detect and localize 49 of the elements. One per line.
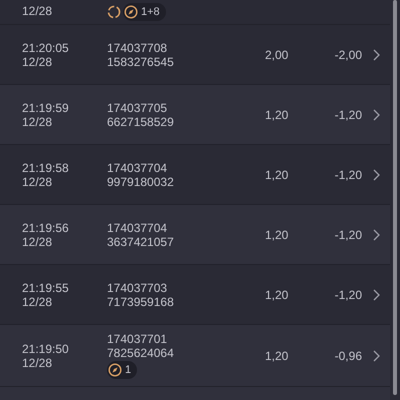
time-text: 21:19:50	[22, 342, 70, 356]
ticket-number: 6627158529	[107, 114, 175, 128]
ticket-number: 7825624064	[107, 346, 175, 360]
date-text: 12/28	[22, 294, 54, 308]
order-id: 174037701	[107, 332, 168, 346]
ticket-number: 3637421057	[107, 234, 175, 248]
amount-text: 1,20	[265, 348, 288, 362]
chevron-right-icon[interactable]	[372, 48, 380, 60]
date-text: 12/28	[22, 174, 54, 188]
order-id: 174037708	[107, 40, 168, 54]
date-text: 12/28	[22, 234, 54, 248]
compass-icon	[124, 5, 138, 19]
order-id: 174037704	[107, 220, 168, 234]
chevron-right-icon[interactable]	[372, 350, 380, 362]
chevron-right-icon[interactable]	[372, 288, 380, 300]
date-text: 12/28	[22, 4, 52, 18]
time-text: 21:19:56	[22, 220, 70, 234]
ticket-number: 1583276545	[107, 54, 175, 68]
result-text: -1,20	[334, 228, 362, 242]
order-id: 174037704	[107, 160, 168, 174]
result-text: -2,00	[334, 48, 362, 62]
ticket-number: 9979180032	[107, 174, 175, 188]
time-text: 21:19:55	[22, 280, 70, 294]
date-text: 12/28	[22, 356, 54, 370]
boost-badge: 1	[107, 360, 138, 378]
amount-text: 1,20	[265, 168, 288, 182]
amount-text: 1,20	[265, 228, 288, 242]
chevron-right-icon[interactable]	[372, 168, 380, 180]
amount-text: 1,20	[265, 108, 288, 122]
chevron-right-icon[interactable]	[372, 108, 380, 120]
boost-badge: 1+8	[123, 3, 166, 21]
result-text: -1,20	[334, 288, 362, 302]
order-id: 174037705	[107, 100, 168, 114]
scrollbar[interactable]	[393, 0, 397, 395]
amount-text: 2,00	[265, 48, 288, 62]
order-id: 174037703	[107, 280, 168, 294]
result-text: -0,96	[334, 348, 362, 362]
date-text: 12/28	[22, 114, 54, 128]
ticket-number: 7173959168	[107, 294, 175, 308]
refresh-icon	[107, 5, 121, 19]
time-text: 21:19:59	[22, 100, 70, 114]
time-text: 21:19:58	[22, 160, 70, 174]
amount-text: 1,20	[265, 288, 288, 302]
time-text: 21:20:05	[22, 40, 70, 54]
chevron-right-icon[interactable]	[372, 228, 380, 240]
date-text: 12/28	[22, 54, 54, 68]
compass-icon	[108, 362, 122, 376]
result-text: -1,20	[334, 108, 362, 122]
result-text: -1,20	[334, 168, 362, 182]
